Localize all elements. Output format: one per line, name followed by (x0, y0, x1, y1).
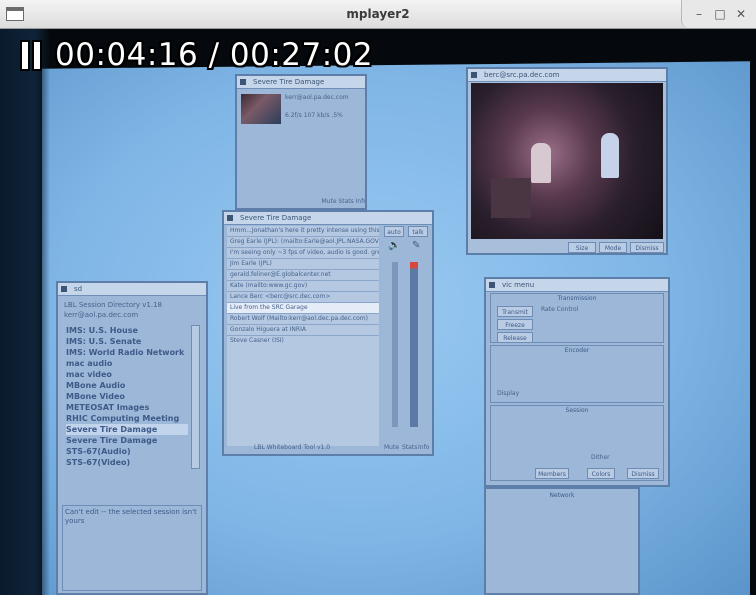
vic-footer: Mute Stats Info (321, 198, 367, 205)
transmission-group: Transmission Transmit Freeze Release Rat… (490, 293, 664, 343)
dismiss-button[interactable]: Dismiss (630, 242, 664, 253)
video-frame (471, 83, 663, 239)
list-item[interactable]: METEOSAT Images (66, 402, 188, 413)
auto-button[interactable]: auto (384, 226, 404, 237)
session-directory-window: sd LBL Session Directory v1.18 kerr@aol.… (56, 281, 208, 595)
list-item[interactable]: Severe Tire Damage (66, 424, 188, 435)
list-item: Gonzalo Higuera at INRIA (227, 325, 379, 336)
list-item[interactable]: STS-67(Audio) (66, 446, 188, 457)
window-title: vic menu (486, 279, 668, 292)
video-area[interactable]: Severe Tire Damage kerr@aol.pa.dec.com 6… (0, 29, 756, 595)
window-titlebar: mplayer2 – □ ✕ (0, 0, 756, 29)
list-item: Kate (mailto:www.gc.gov) (227, 281, 379, 292)
list-item[interactable]: STS-67(Video) (66, 457, 188, 468)
window-controls: – □ ✕ (681, 0, 756, 28)
window-title: Severe Tire Damage (237, 76, 365, 89)
list-item: I'm seeing only ~3 fps of video, audio i… (227, 248, 379, 259)
vic-menu-window: vic menu Transmission Transmit Freeze Re… (484, 277, 670, 487)
members-button[interactable]: Members (535, 468, 569, 479)
session-list-scrollbar[interactable] (191, 325, 200, 469)
colors-button[interactable]: Colors (587, 468, 615, 479)
stats-button[interactable]: Stats (402, 444, 418, 452)
participant-list: Hmm...Jonathan's here it pretty intense … (227, 226, 379, 446)
window-title: Severe Tire Damage (224, 212, 432, 225)
list-item[interactable]: RHIC Computing Meeting (66, 413, 188, 424)
list-item: Greg Earle (JPL): (mailto:Earle@aol.JPL.… (227, 237, 379, 248)
window-title: sd (58, 283, 206, 296)
section-label: Encoder (564, 347, 590, 354)
list-item[interactable]: mac audio (66, 358, 188, 369)
size-button[interactable]: Size (568, 242, 596, 253)
list-item[interactable]: Severe Tire Damage (66, 435, 188, 446)
speaker-icon: 🔈 (388, 240, 401, 251)
list-item: gerald.feliner@E.globalcenter.net (227, 270, 379, 281)
window-title: berc@src.pa.dec.com (468, 69, 666, 82)
status-box: Can't edit -- the selected session isn't… (62, 505, 202, 591)
minimize-icon[interactable]: – (690, 5, 708, 23)
section-label: Session (565, 407, 589, 414)
rate-control-label: Rate Control (541, 306, 579, 313)
section-label: Network (549, 492, 575, 499)
volume-slider[interactable] (392, 262, 398, 427)
dark-left-edge (0, 29, 50, 595)
dither-label: Dither (591, 454, 610, 461)
level-meter (410, 262, 418, 427)
session-group: Session Dither Members Colors Dismiss (490, 405, 664, 481)
list-item: Robert Wolf (Mailto:kerr@aol.dec.pa.dec.… (227, 314, 379, 325)
list-item: Steve Casner (ISI) (230, 337, 284, 344)
list-item: Jim Earle (JPL) (227, 259, 379, 270)
list-item: Lance Berc <berc@src.dec.com> (227, 292, 379, 303)
list-item: Hmm...Jonathan's here it pretty intense … (227, 226, 379, 237)
playback-time: 00:04:16 / 00:27:02 (55, 37, 374, 73)
vic-stats: 6.2f/s 107 kb/s .5% (285, 112, 343, 119)
status-text: Can't edit -- the selected session isn't… (65, 508, 197, 525)
info-button[interactable]: Info (418, 444, 432, 452)
list-item[interactable]: IMS: U.S. Senate (66, 336, 188, 347)
session-list: IMS: U.S. House IMS: U.S. Senate IMS: Wo… (66, 325, 188, 468)
list-item[interactable]: mac video (66, 369, 188, 380)
sd-user: kerr@aol.pa.dec.com (64, 311, 139, 319)
network-panel: Network (484, 487, 640, 595)
dismiss-button[interactable]: Dismiss (627, 468, 659, 479)
list-item[interactable]: IMS: World Radio Network (66, 347, 188, 358)
sd-heading: LBL Session Directory v1.18 (64, 301, 162, 309)
list-item: Live from the SRC Garage (227, 303, 379, 314)
list-item[interactable]: MBone Video (66, 391, 188, 402)
maximize-icon[interactable]: □ (711, 5, 729, 23)
video-thumbnail (241, 94, 281, 124)
pause-icon (22, 41, 41, 69)
list-item[interactable]: MBone Audio (66, 380, 188, 391)
window-title: mplayer2 (346, 7, 410, 21)
transmit-checkbox[interactable]: Transmit (497, 306, 533, 317)
vat-footer: LBL Whiteboard Tool v1.0 (254, 444, 331, 451)
mode-button[interactable]: Mode (599, 242, 627, 253)
talk-button[interactable]: talk (408, 226, 428, 237)
display-label: Display (497, 390, 520, 397)
section-label: Transmission (557, 295, 597, 302)
vat-window: Severe Tire Damage Hmm...Jonathan's here… (222, 210, 434, 456)
vic-user: kerr@aol.pa.dec.com (285, 94, 349, 101)
microphone-icon: ✎ (412, 240, 421, 251)
playback-osd: 00:04:16 / 00:27:02 (22, 37, 373, 73)
video-viewer-window: berc@src.pa.dec.com Size Mode Dismiss (466, 67, 668, 255)
list-item[interactable]: IMS: U.S. House (66, 325, 188, 336)
release-button[interactable]: Release (497, 332, 533, 343)
freeze-checkbox[interactable]: Freeze (497, 319, 533, 330)
encoder-group: Encoder Display (490, 345, 664, 403)
close-icon[interactable]: ✕ (732, 5, 750, 23)
mute-button[interactable]: Mute (384, 444, 404, 452)
vic-thumbnail-window: Severe Tire Damage kerr@aol.pa.dec.com 6… (235, 74, 367, 210)
